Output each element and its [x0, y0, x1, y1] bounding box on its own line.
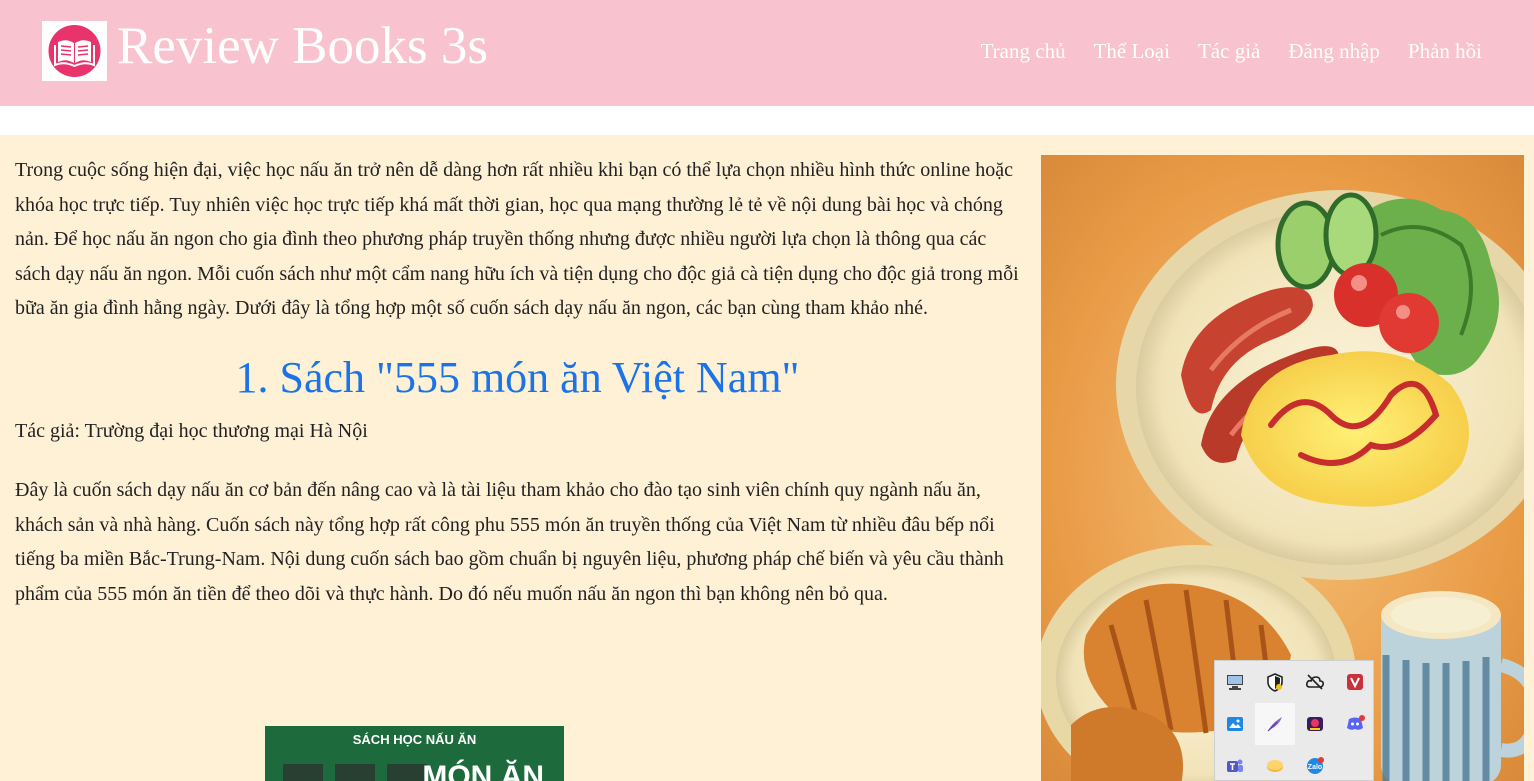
book1-author: Tác giả: Trường đại học thương mại Hà Nộ…: [15, 419, 368, 442]
shield-icon[interactable]: [1255, 661, 1295, 703]
feather-pen-icon[interactable]: [1255, 703, 1295, 745]
system-tray-overflow: Zalo: [1214, 660, 1374, 781]
article-body: Trong cuộc sống hiện đại, việc học nấu ă…: [15, 153, 1020, 611]
site-header: Review Books 3s Trang chủ Thể Loại Tác g…: [0, 0, 1534, 106]
v-app-icon[interactable]: [1335, 661, 1375, 703]
book-logo-icon: [48, 25, 101, 77]
zalo-icon[interactable]: Zalo: [1295, 745, 1335, 781]
nav-login[interactable]: Đăng nhập: [1288, 36, 1380, 66]
eraser-icon[interactable]: [1255, 745, 1295, 781]
discord-icon[interactable]: [1335, 703, 1375, 745]
cloud-off-icon[interactable]: [1295, 661, 1335, 703]
book1-description: Đây là cuốn sách dạy nấu ăn cơ bản đến n…: [15, 479, 1004, 605]
site-logo[interactable]: [42, 21, 107, 81]
photo-app-icon[interactable]: [1215, 703, 1255, 745]
teams-icon[interactable]: [1215, 745, 1255, 781]
cover-graphic: [283, 764, 433, 781]
gamepad-app-icon[interactable]: [1295, 703, 1335, 745]
header-spacer: [0, 106, 1534, 135]
monitor-icon[interactable]: [1215, 661, 1255, 703]
nav-home[interactable]: Trang chủ: [981, 36, 1066, 66]
book1-heading: 1. Sách "555 món ăn Việt Nam": [235, 352, 800, 402]
cover-top-text: SÁCH HỌC NẤU ĂN: [352, 732, 477, 747]
cover-big-text: MÓN ĂN: [422, 760, 544, 781]
intro-paragraph: Trong cuộc sống hiện đại, việc học nấu ă…: [15, 159, 1019, 319]
nav-categories[interactable]: Thể Loại: [1094, 36, 1170, 66]
nav-feedback[interactable]: Phản hồi: [1408, 36, 1482, 66]
nav-authors[interactable]: Tác giả: [1198, 36, 1260, 66]
main-nav: Trang chủ Thể Loại Tác giả Đăng nhập Phả…: [981, 36, 1482, 66]
book1-cover-image: SÁCH HỌC NẤU ĂN MÓN ĂN: [265, 726, 564, 781]
site-title[interactable]: Review Books 3s: [117, 14, 488, 78]
svg-text:Zalo: Zalo: [1308, 764, 1322, 771]
